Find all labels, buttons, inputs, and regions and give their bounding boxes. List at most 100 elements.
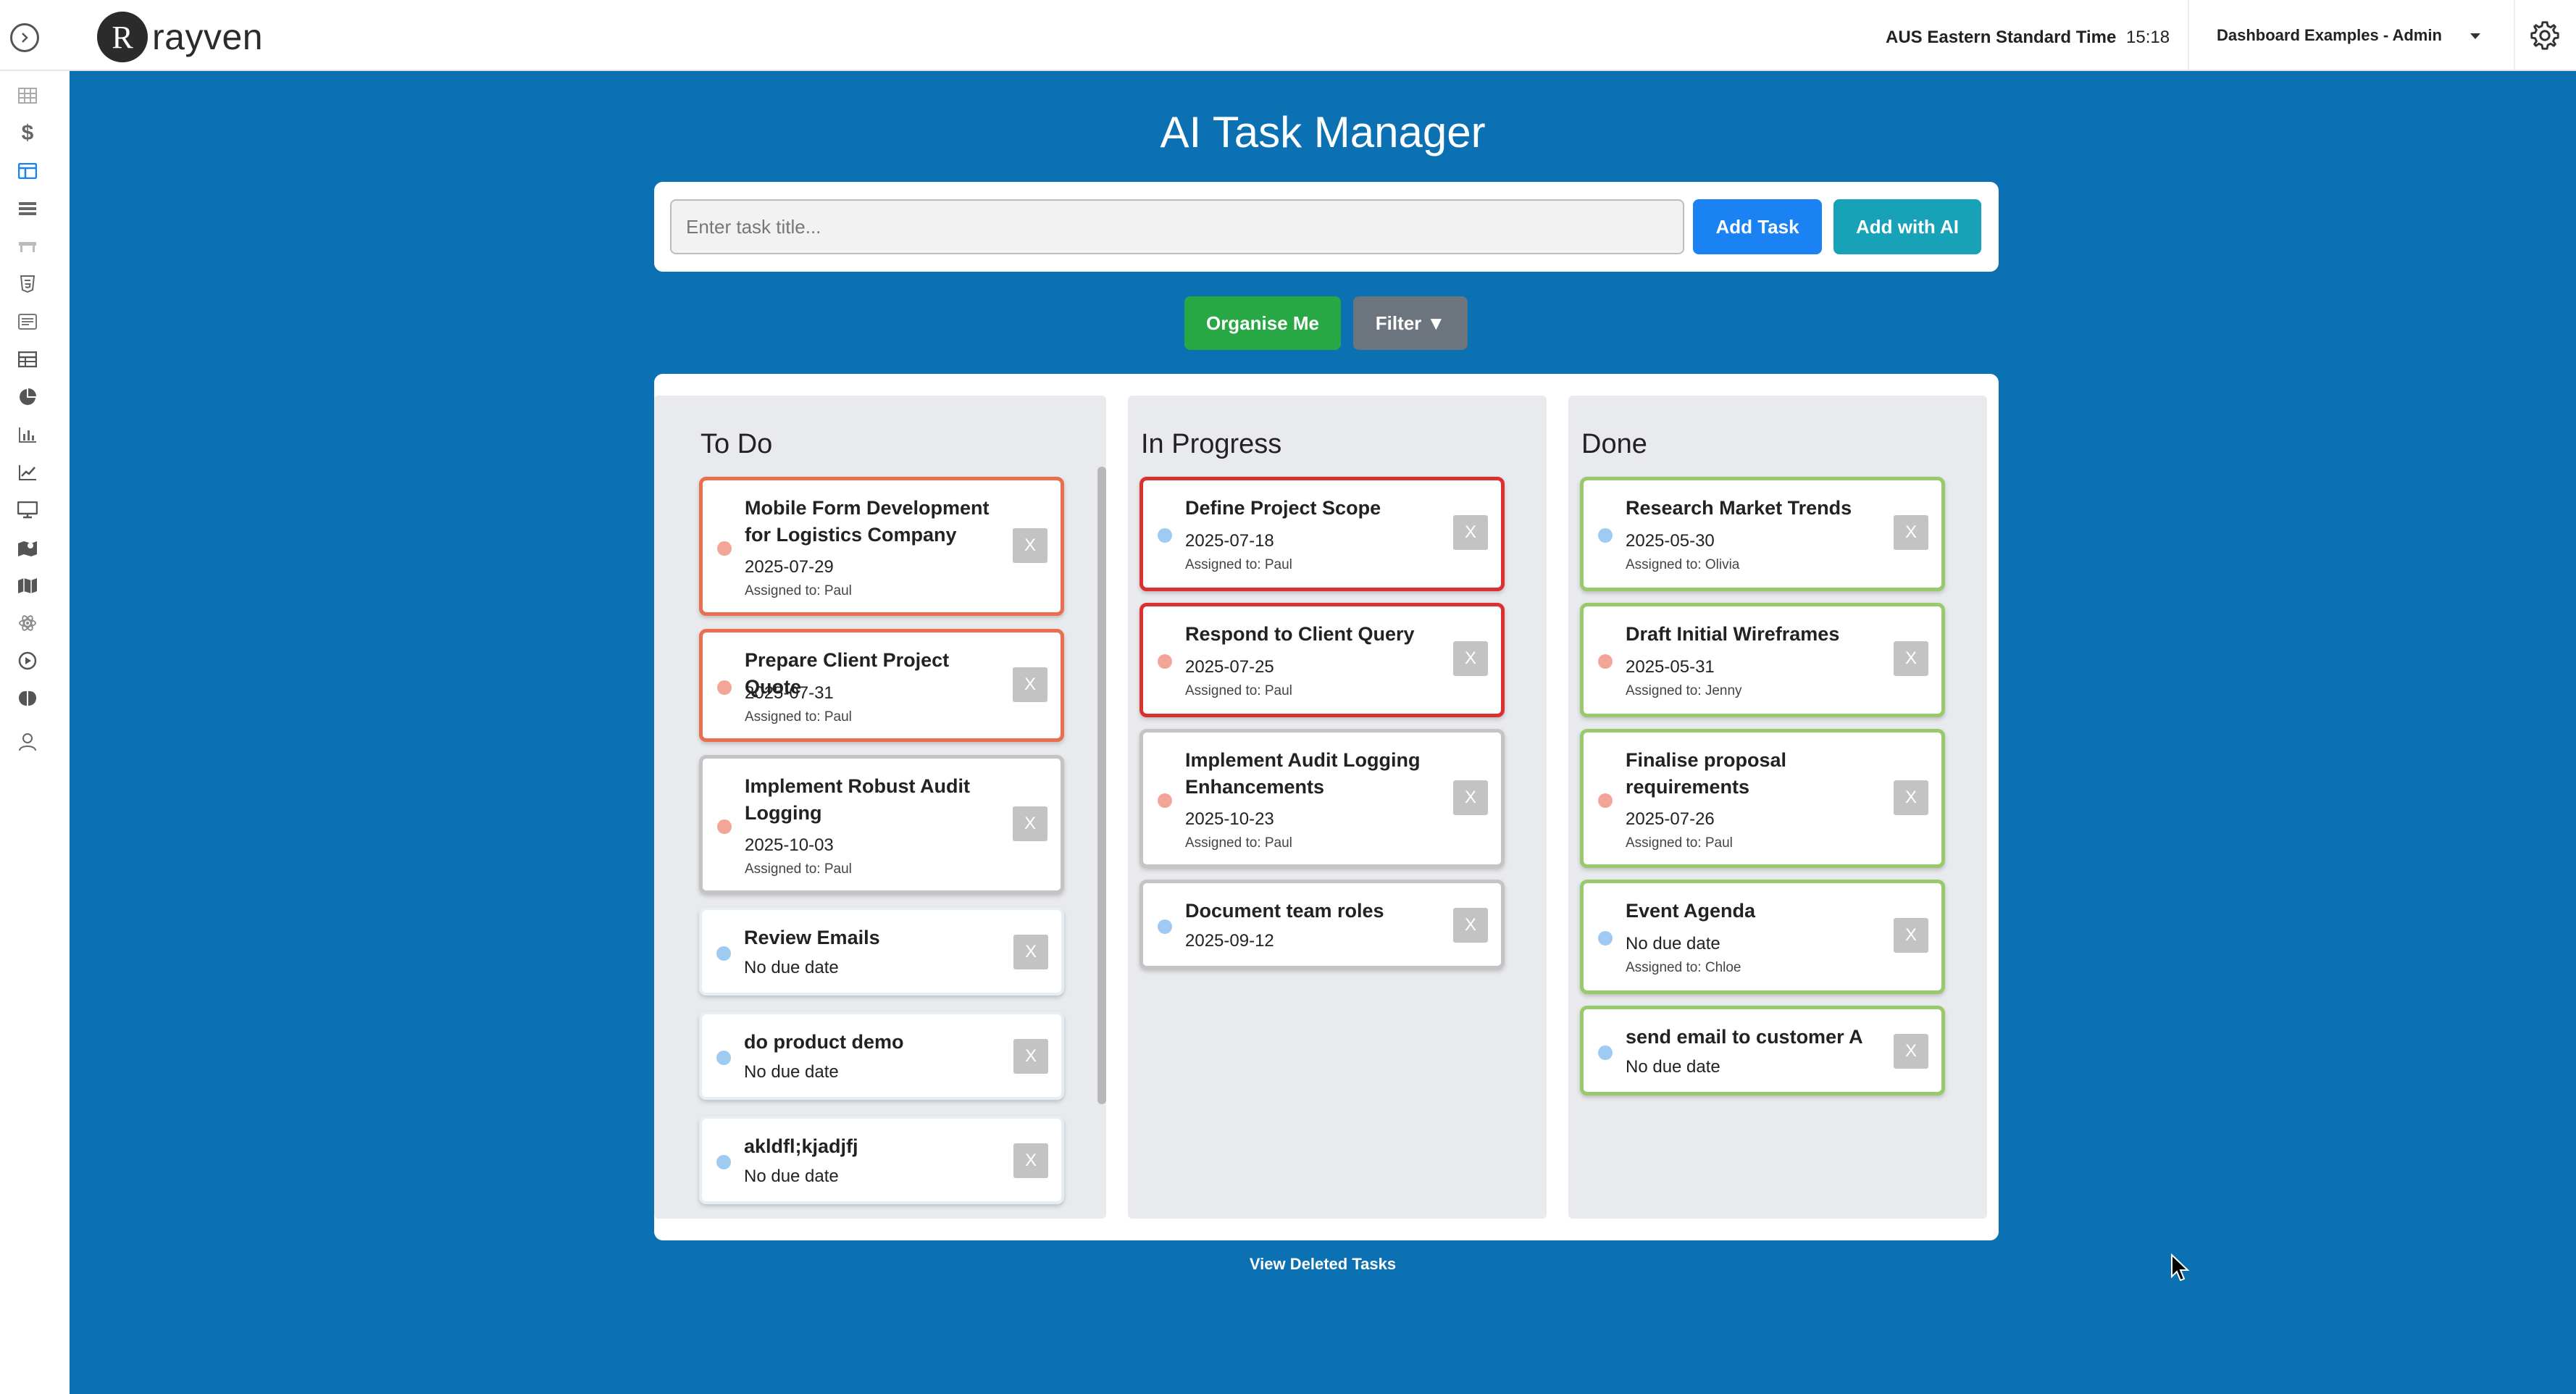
delete-task-button[interactable]: X	[1013, 667, 1047, 702]
dashboard-select[interactable]: Dashboard Examples - Admin	[2217, 17, 2492, 54]
task-title: Respond to Client Query	[1185, 623, 1415, 645]
task-title: Event Agenda	[1626, 900, 1756, 922]
chevron-right-icon	[22, 33, 28, 43]
add-with-ai-button[interactable]: Add with AI	[1833, 199, 1981, 254]
task-card[interactable]: Draft Initial Wireframes 2025-05-31 Assi…	[1580, 603, 1945, 717]
delete-task-button[interactable]: X	[1894, 515, 1928, 550]
view-deleted-tasks-link[interactable]: View Deleted Tasks	[70, 1255, 2576, 1274]
add-task-panel: Add Task Add with AI	[654, 182, 1999, 272]
task-assignee: Assigned to: Paul	[1185, 683, 1292, 698]
status-dot	[716, 1051, 731, 1065]
top-bar: R rayven AUS Eastern Standard Time 15:18…	[0, 0, 2576, 71]
task-card[interactable]: Respond to Client Query 2025-07-25 Assig…	[1139, 603, 1505, 717]
task-card[interactable]: Mobile Form Development for Logistics Co…	[699, 477, 1064, 616]
delete-task-button[interactable]: X	[1453, 641, 1488, 676]
map-pin-icon[interactable]	[17, 538, 38, 558]
task-due-date: 2025-07-26	[1626, 809, 1715, 829]
task-title-input[interactable]	[670, 199, 1684, 254]
task-card[interactable]: Implement Robust Audit Logging 2025-10-0…	[699, 755, 1064, 894]
status-dot	[716, 946, 731, 961]
user-icon[interactable]	[17, 732, 38, 752]
rayven-logo[interactable]: R rayven	[97, 12, 263, 62]
task-due-date: 2025-05-31	[1626, 657, 1715, 677]
dollar-icon[interactable]: $	[17, 121, 38, 145]
grid-icon[interactable]	[17, 85, 38, 106]
task-due-date: 2025-10-03	[745, 835, 834, 855]
delete-task-button[interactable]: X	[1453, 908, 1488, 943]
delete-task-button[interactable]: X	[1453, 515, 1488, 550]
task-title: Draft Initial Wireframes	[1626, 623, 1840, 645]
sidebar: $	[0, 71, 70, 1394]
dashboard-select-label: Dashboard Examples - Admin	[2217, 26, 2442, 44]
caret-down-icon	[2470, 33, 2480, 39]
filter-button[interactable]: Filter ▼	[1353, 296, 1468, 350]
column-title: In Progress	[1141, 429, 1282, 459]
gear-icon[interactable]	[2528, 19, 2562, 52]
expand-sidebar-button[interactable]	[10, 23, 39, 52]
logo-letter: R	[112, 19, 133, 55]
delete-task-button[interactable]: X	[1013, 1039, 1048, 1074]
column-title: Done	[1581, 429, 1647, 459]
task-title: akldfl;kjadjfj	[744, 1135, 858, 1157]
task-card[interactable]: Define Project Scope 2025-07-18 Assigned…	[1139, 477, 1505, 591]
delete-task-button[interactable]: X	[1894, 780, 1928, 815]
delete-task-button[interactable]: X	[1013, 1143, 1048, 1178]
line-chart-icon[interactable]	[17, 462, 38, 483]
task-card[interactable]: Event Agenda No due date Assigned to: Ch…	[1580, 880, 1945, 994]
delete-task-button[interactable]: X	[1013, 806, 1047, 841]
play-icon[interactable]	[17, 651, 38, 671]
task-assignee: Assigned to: Olivia	[1626, 557, 1740, 572]
task-due-date: 2025-07-25	[1185, 657, 1274, 677]
task-title: do product demo	[744, 1031, 904, 1053]
task-card[interactable]: Prepare Client Project Quote 2025-07-31 …	[699, 629, 1064, 742]
page-title: AI Task Manager	[1160, 108, 1486, 156]
mouse-cursor-icon	[2171, 1253, 2190, 1282]
task-title: Review Emails	[744, 927, 880, 948]
organise-me-button[interactable]: Organise Me	[1184, 296, 1341, 350]
delete-task-button[interactable]: X	[1894, 1034, 1928, 1069]
delete-task-button[interactable]: X	[1453, 780, 1488, 815]
brain-icon[interactable]	[17, 688, 38, 709]
map-icon[interactable]	[17, 575, 38, 596]
task-due-date: 2025-09-12	[1185, 931, 1274, 951]
task-due-date: 2025-07-31	[745, 683, 834, 703]
task-card[interactable]: Review Emails No due date X	[699, 907, 1064, 996]
column-title: To Do	[701, 429, 773, 459]
task-title: Document team roles	[1185, 900, 1384, 922]
task-card[interactable]: Finalise proposal requirements 2025-07-2…	[1580, 729, 1945, 868]
task-assignee: Assigned to: Jenny	[1626, 683, 1742, 698]
table-icon[interactable]	[17, 349, 38, 370]
task-title: Define Project Scope	[1185, 497, 1381, 519]
document-icon[interactable]	[17, 312, 38, 332]
column-in-progress: In Progress Define Project Scope 2025-07…	[1128, 396, 1547, 1219]
task-card[interactable]: send email to customer A No due date X	[1580, 1006, 1945, 1095]
bar-chart-icon[interactable]	[17, 425, 38, 445]
delete-task-button[interactable]: X	[1013, 935, 1048, 969]
task-card[interactable]: Document team roles 2025-09-12 X	[1139, 880, 1505, 969]
status-dot	[1158, 919, 1172, 934]
task-due-date: No due date	[744, 1166, 839, 1186]
atom-icon[interactable]	[17, 613, 38, 633]
delete-task-button[interactable]: X	[1894, 918, 1928, 953]
delete-task-button[interactable]: X	[1894, 641, 1928, 676]
task-card[interactable]: do product demo No due date X	[699, 1011, 1064, 1100]
task-card[interactable]: Implement Audit Logging Enhancements 202…	[1139, 729, 1505, 868]
list-icon[interactable]	[17, 199, 38, 219]
task-assignee: Assigned to: Paul	[1626, 835, 1733, 851]
task-card[interactable]: Research Market Trends 2025-05-30 Assign…	[1580, 477, 1945, 591]
task-assignee: Assigned to: Chloe	[1626, 960, 1741, 975]
pie-chart-icon[interactable]	[17, 387, 38, 407]
dashboard-icon[interactable]	[17, 161, 38, 181]
task-title: Implement Audit Logging Enhancements	[1185, 749, 1421, 798]
bench-icon[interactable]	[17, 236, 38, 256]
task-card[interactable]: akldfl;kjadjfj No due date X	[699, 1116, 1064, 1204]
delete-task-button[interactable]: X	[1013, 528, 1047, 563]
priority-dot	[1158, 793, 1172, 808]
status-dot	[716, 1155, 731, 1169]
column-todo: To Do Mobile Form Development for Logist…	[687, 396, 1106, 1219]
add-task-button[interactable]: Add Task	[1693, 199, 1822, 254]
task-due-date: No due date	[1626, 934, 1720, 953]
column-scrollbar[interactable]	[1097, 467, 1106, 1104]
html-icon[interactable]	[17, 274, 38, 294]
monitor-icon[interactable]	[17, 500, 38, 520]
